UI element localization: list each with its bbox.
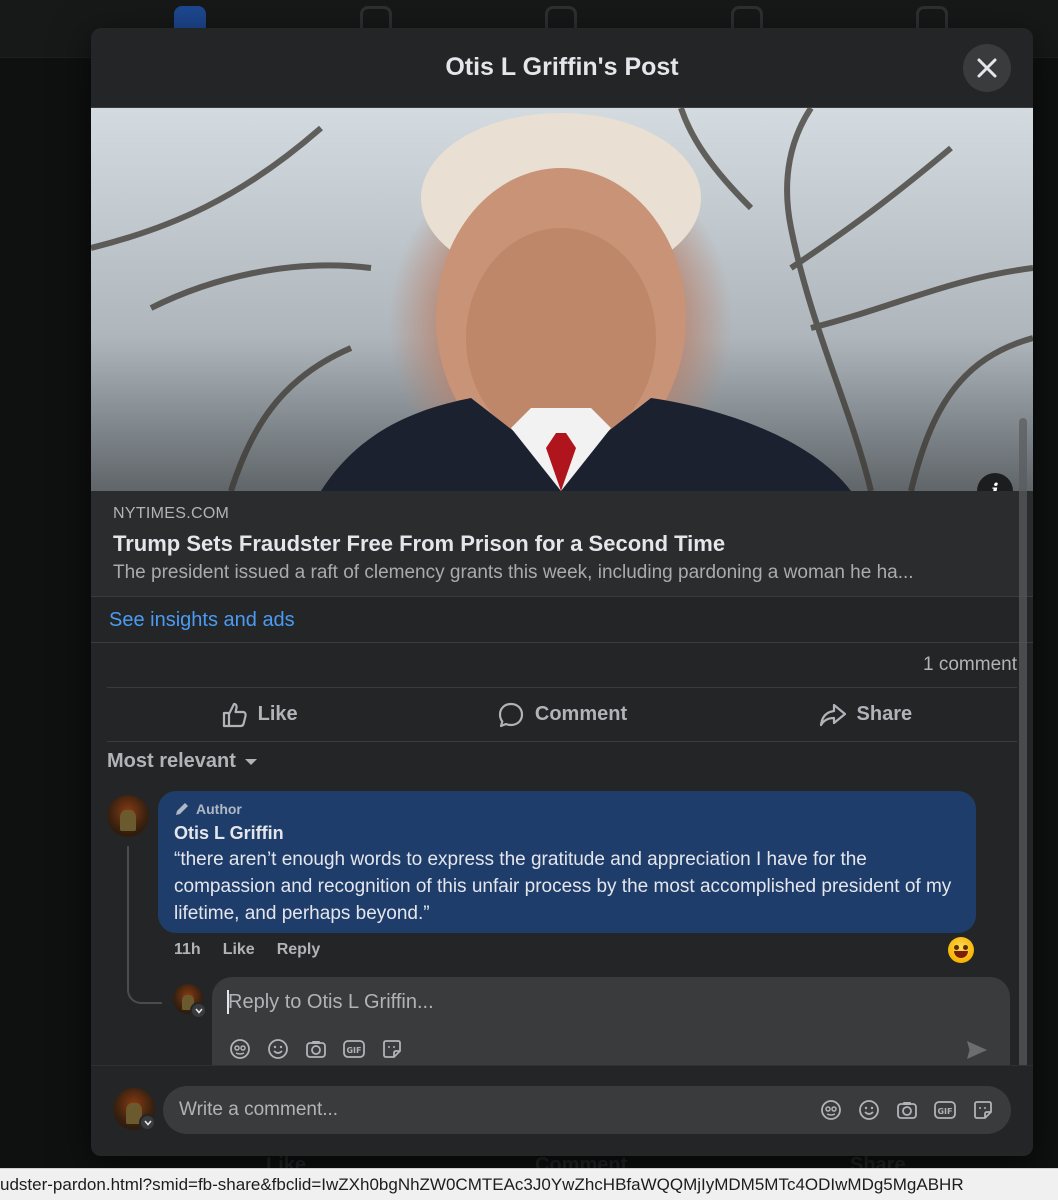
insights-row: See insights and ads: [91, 597, 1033, 643]
svg-text:GIF: GIF: [346, 1046, 361, 1055]
link-domain: NYTIMES.COM: [113, 505, 230, 522]
like-label: Like: [257, 703, 298, 725]
commenter-avatar[interactable]: [107, 795, 149, 837]
like-button[interactable]: Like: [107, 688, 410, 741]
see-insights-link[interactable]: See insights and ads: [109, 609, 295, 631]
thread-connector: [127, 846, 162, 1004]
comment-bubble: Author Otis L Griffin “there aren’t enou…: [158, 791, 976, 933]
svg-text:GIF: GIF: [937, 1107, 952, 1116]
link-preview-meta[interactable]: NYTIMES.COM Trump Sets Fraudster Free Fr…: [91, 491, 1033, 597]
composer-gif-icon[interactable]: GIF: [933, 1098, 957, 1122]
sticker-icon[interactable]: [380, 1037, 404, 1061]
modal-body: i NYTIMES.COM Trump Sets Fraudster Free …: [91, 108, 1033, 1083]
comment-meta: 11h Like Reply: [174, 941, 320, 959]
thumbs-up-icon: [222, 702, 247, 727]
comment-reply-button[interactable]: Reply: [277, 941, 321, 959]
author-badge-label: Author: [196, 801, 242, 817]
comment-author[interactable]: Otis L Griffin: [174, 823, 960, 844]
chevron-down-icon[interactable]: [190, 1002, 207, 1019]
share-label: Share: [856, 703, 913, 725]
reply-toolbar: GIF: [228, 1037, 404, 1061]
comment-label: Comment: [534, 703, 628, 725]
post-modal: Otis L Griffin's Post NYTIMES.COM Trump …: [91, 28, 1033, 1156]
avatar-sticker-icon[interactable]: [228, 1037, 252, 1061]
caret-down-icon: [244, 758, 257, 765]
status-bar-url: udster-pardon.html?smid=fb-share&fbclid=…: [0, 1168, 1058, 1200]
reply-placeholder: Reply to Otis L Griffin...: [228, 991, 434, 1013]
post-action-bar: Like Comment Share: [107, 687, 1017, 742]
composer-chevron-down-icon[interactable]: [139, 1114, 156, 1131]
haha-reaction-icon[interactable]: [948, 937, 974, 963]
pencil-icon: [176, 803, 188, 815]
comment-button[interactable]: Comment: [410, 688, 713, 741]
composer-emoji-icon[interactable]: [857, 1098, 881, 1122]
share-arrow-icon: [819, 703, 846, 726]
write-comment-input[interactable]: Write a comment... GIF: [163, 1086, 1011, 1134]
link-description: The president issued a raft of clemency …: [113, 562, 914, 583]
author-badge: Author: [174, 801, 960, 817]
modal-header: Otis L Griffin's Post: [91, 28, 1033, 108]
modal-title: Otis L Griffin's Post: [445, 53, 679, 81]
comment-count[interactable]: 1 comment: [923, 654, 1017, 676]
close-button[interactable]: [963, 44, 1011, 92]
sort-label: Most relevant: [107, 750, 236, 772]
modal-scrollbar[interactable]: [1019, 418, 1027, 1083]
close-icon: [977, 58, 997, 78]
write-comment-placeholder: Write a comment...: [179, 1099, 339, 1120]
comment-composer: Write a comment... GIF: [91, 1065, 1033, 1156]
comment-text: “there aren’t enough words to express th…: [174, 849, 952, 924]
composer-sticker-icon[interactable]: [971, 1098, 995, 1122]
link-title[interactable]: Trump Sets Fraudster Free From Prison fo…: [113, 531, 1011, 557]
comment-like-button[interactable]: Like: [223, 941, 255, 959]
composer-avatar-sticker-icon[interactable]: [819, 1098, 843, 1122]
sort-dropdown[interactable]: Most relevant: [107, 750, 258, 773]
composer-toolbar: GIF: [819, 1098, 995, 1122]
send-icon[interactable]: [964, 1037, 990, 1063]
composer-camera-icon[interactable]: [895, 1098, 919, 1122]
gif-icon[interactable]: GIF: [342, 1037, 366, 1061]
link-preview-image[interactable]: [91, 108, 1033, 491]
camera-icon[interactable]: [304, 1037, 328, 1061]
comment-bubble-icon: [498, 702, 523, 727]
emoji-icon[interactable]: [266, 1037, 290, 1061]
comment-timestamp[interactable]: 11h: [174, 941, 201, 959]
article-photo: [91, 108, 1033, 491]
share-button[interactable]: Share: [714, 688, 1017, 741]
